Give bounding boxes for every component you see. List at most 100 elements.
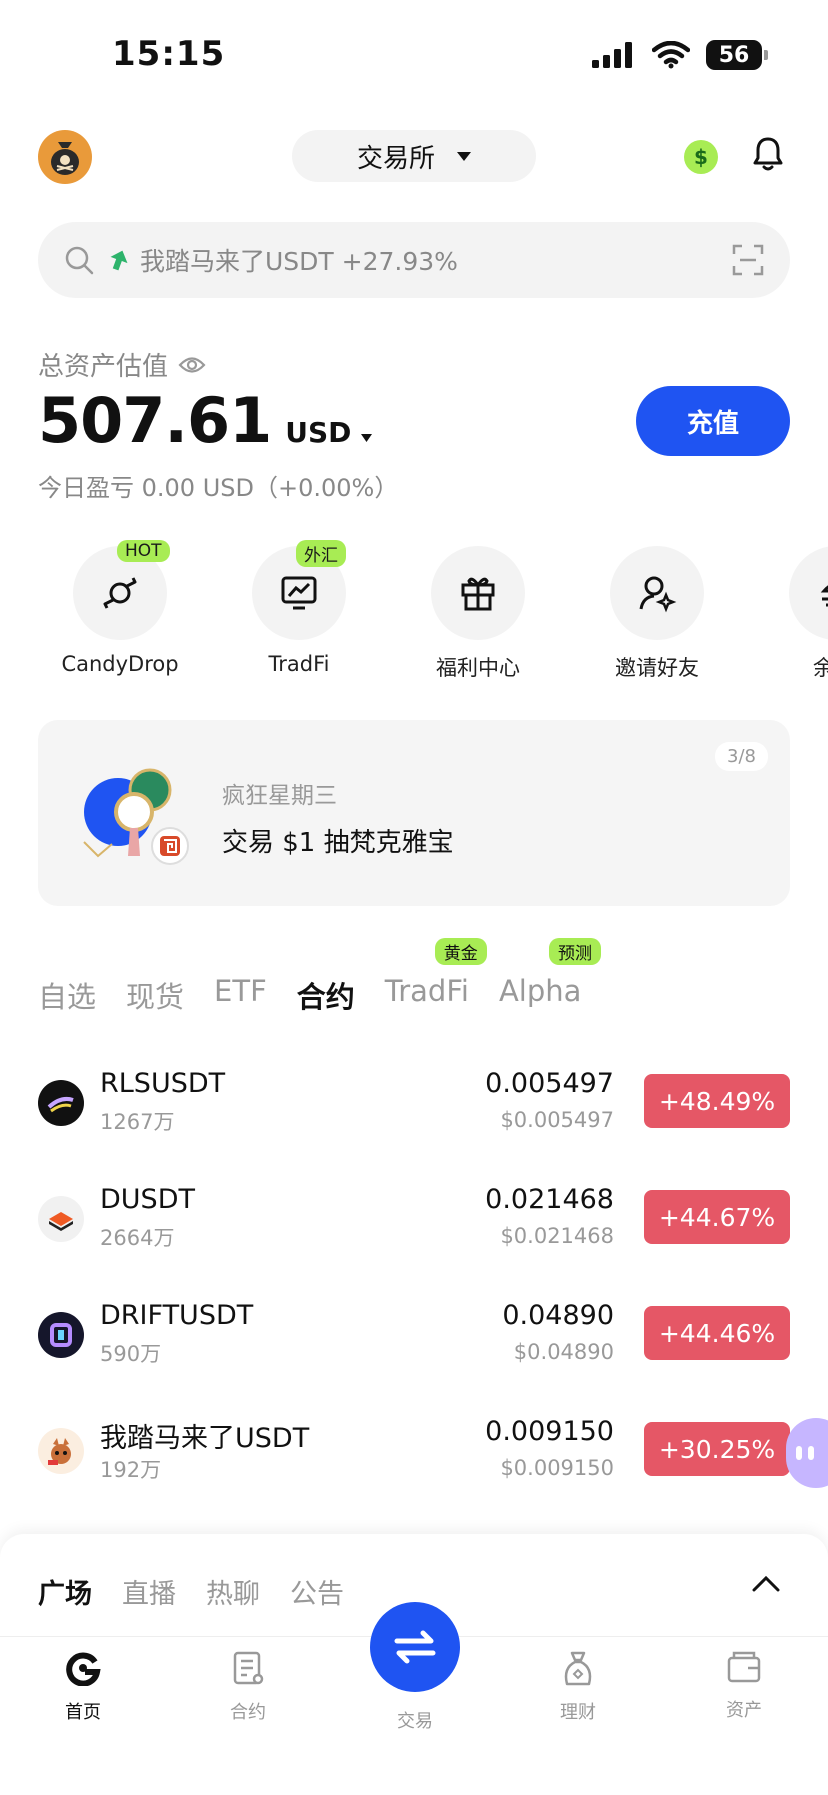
market-volume: 192万 — [100, 1458, 162, 1482]
banner-title: 交易 $1 抽梵克雅宝 — [222, 828, 454, 858]
dollar-icon[interactable]: $ — [684, 140, 718, 174]
change-badge[interactable]: +30.25% — [644, 1422, 790, 1476]
currency-label: USD — [285, 416, 352, 449]
caret-down-icon — [457, 151, 471, 161]
home-icon — [66, 1652, 101, 1687]
market-row[interactable]: DRIFTUSDT 590万 0.04890 $0.04890 +44.46% — [38, 1298, 790, 1388]
floating-assistant-button[interactable] — [786, 1418, 828, 1488]
quick-action-circle — [431, 546, 525, 640]
quick-action-label: CandyDrop — [61, 652, 179, 676]
tab-alpha[interactable]: Alpha 预测 — [499, 938, 601, 1016]
currency-selector[interactable]: USD — [285, 416, 373, 449]
asset-label: 总资产估值 — [38, 352, 169, 382]
tab-spot[interactable]: 现货 — [126, 974, 184, 1016]
change-badge[interactable]: +44.67% — [644, 1190, 790, 1244]
tab-futures[interactable]: 合约 — [297, 974, 355, 1016]
asset-value-row: 507.61 USD — [38, 384, 373, 457]
forex-badge: 外汇 — [296, 540, 346, 567]
quick-action-circle — [789, 546, 828, 640]
d-coin-icon — [38, 1196, 84, 1242]
chevron-up-icon[interactable] — [752, 1574, 780, 1592]
market-price-usd: $0.005497 — [500, 1108, 614, 1132]
market-price: 0.005497 — [485, 1068, 614, 1099]
quick-action-circle: HOT — [73, 540, 170, 640]
quick-action-circle — [610, 546, 704, 640]
exchange-switcher[interactable]: 交易所 — [292, 130, 536, 182]
nav-label: 交易 — [397, 1711, 433, 1732]
quick-action-circle: 外汇 — [252, 540, 346, 640]
nav-label: 资产 — [726, 1700, 762, 1721]
market-price: 0.021468 — [485, 1184, 614, 1215]
gift-icon — [461, 577, 495, 611]
tab-hot-chat[interactable]: 热聊 — [206, 1572, 260, 1611]
candy-icon — [103, 577, 137, 609]
market-symbol: 我踏马来了USDT — [100, 1423, 310, 1454]
bell-icon[interactable] — [752, 136, 784, 172]
hot-badge: HOT — [117, 540, 170, 562]
quick-action-welfare[interactable]: 福利中心 — [403, 546, 553, 682]
banner-page-indicator: 3/8 — [715, 742, 768, 771]
asset-value: 507.61 — [38, 384, 272, 457]
contract-icon — [233, 1651, 264, 1685]
prediction-badge: 预测 — [548, 938, 601, 965]
asset-label-row: 总资产估值 — [38, 346, 206, 383]
banner-subtitle: 疯狂星期三 — [222, 783, 337, 809]
quick-action-invite[interactable]: 邀请好友 — [582, 546, 732, 682]
eye-icon[interactable] — [178, 355, 206, 375]
quick-action-label: 余币宝 — [813, 656, 828, 680]
market-volume: 590万 — [100, 1342, 162, 1366]
rls-coin-icon — [38, 1080, 84, 1126]
gold-badge: 黄金 — [434, 938, 487, 965]
status-icons: 56 — [592, 40, 768, 70]
market-price-usd: $0.009150 — [500, 1456, 614, 1480]
market-volume: 1267万 — [100, 1110, 175, 1134]
trade-swap-icon — [394, 1630, 436, 1664]
scan-icon[interactable] — [732, 244, 764, 276]
change-badge[interactable]: +48.49% — [644, 1074, 790, 1128]
tab-tradfi-label: TradFi — [384, 974, 469, 1008]
tab-square[interactable]: 广场 — [38, 1572, 92, 1611]
search-bar[interactable]: 我踏马来了USDT +27.93% — [38, 222, 790, 298]
market-price-usd: $0.021468 — [500, 1224, 614, 1248]
avatar[interactable] — [38, 130, 92, 184]
horse-coin-icon — [38, 1428, 84, 1474]
tab-etf[interactable]: ETF — [214, 974, 267, 1016]
battery-indicator: 56 — [706, 40, 768, 70]
status-time: 15:15 — [112, 34, 226, 74]
market-row[interactable]: DUSDT 2664万 0.021468 $0.021468 +44.67% — [38, 1182, 790, 1272]
nav-assets[interactable]: 资产 — [694, 1650, 794, 1722]
tab-tradfi[interactable]: TradFi 黄金 — [384, 938, 487, 1016]
quick-action-savings[interactable]: 余币宝 — [761, 546, 828, 682]
market-tabs: 自选 现货 ETF 合约 TradFi 黄金 Alpha 预测 — [38, 938, 601, 1016]
nav-contract[interactable]: 合约 — [198, 1650, 298, 1724]
savings-icon — [820, 585, 828, 607]
invite-user-icon — [639, 576, 677, 613]
market-row[interactable]: 我踏马来了USDT 192万 0.009150 $0.009150 +30.25… — [38, 1414, 790, 1504]
market-price-usd: $0.04890 — [513, 1340, 614, 1364]
trending-up-icon — [110, 250, 128, 271]
promo-banner[interactable]: 疯狂星期三 交易 $1 抽梵克雅宝 3/8 — [38, 720, 790, 906]
finance-bag-icon — [564, 1651, 592, 1686]
quick-action-label: 福利中心 — [436, 656, 520, 680]
caret-down-icon — [361, 434, 373, 442]
chart-monitor-icon — [281, 576, 317, 610]
chat-bubble-icon — [796, 1446, 814, 1460]
market-volume: 2664万 — [100, 1226, 175, 1250]
wallet-icon — [727, 1651, 761, 1683]
tab-live[interactable]: 直播 — [122, 1572, 176, 1611]
jewelry-watch-icon — [83, 768, 189, 865]
nav-home[interactable]: 首页 — [33, 1650, 133, 1724]
search-icon — [65, 246, 94, 275]
deposit-button[interactable]: 充值 — [636, 386, 790, 456]
quick-action-candydrop[interactable]: HOT CandyDrop — [45, 540, 195, 676]
market-row[interactable]: RLSUSDT 1267万 0.005497 $0.005497 +48.49% — [38, 1066, 790, 1156]
trade-button[interactable] — [370, 1602, 460, 1692]
change-badge[interactable]: +44.46% — [644, 1306, 790, 1360]
nav-finance[interactable]: 理财 — [528, 1650, 628, 1724]
tab-announcements[interactable]: 公告 — [290, 1572, 344, 1611]
tab-favorites[interactable]: 自选 — [38, 974, 96, 1016]
feed-tabs: 广场 直播 热聊 公告 — [38, 1572, 344, 1611]
wifi-icon — [652, 41, 690, 69]
drift-coin-icon — [38, 1312, 84, 1358]
quick-action-tradfi[interactable]: 外汇 TradFi — [224, 540, 374, 676]
